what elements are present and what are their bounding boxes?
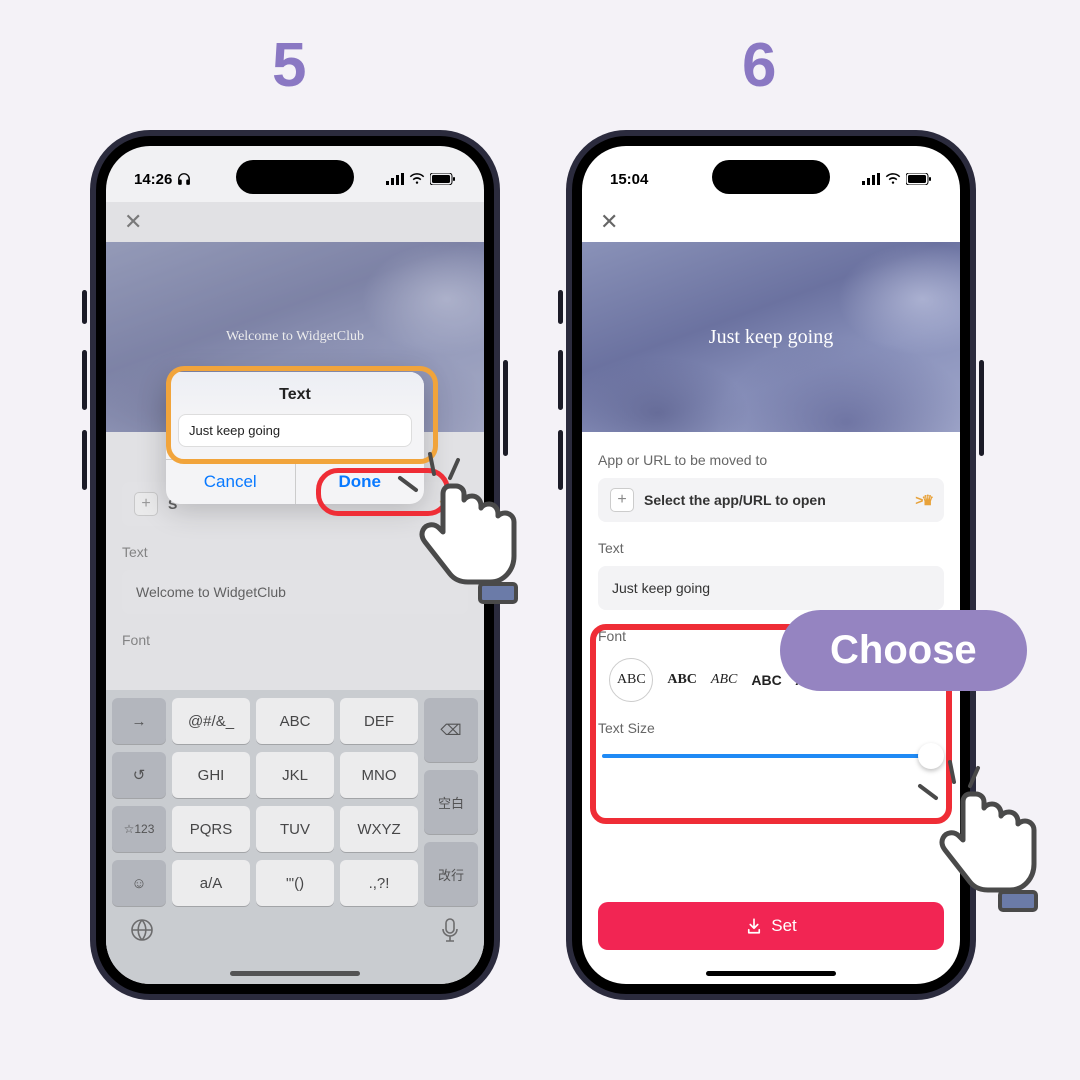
wifi-icon: [409, 173, 425, 185]
key-backspace[interactable]: ⌫: [424, 698, 478, 762]
step-number-6: 6: [742, 30, 776, 101]
status-time: 14:26: [134, 171, 172, 188]
key-next[interactable]: →: [112, 698, 166, 744]
key[interactable]: @#/&_: [172, 698, 250, 744]
preview-text: Just keep going: [709, 326, 833, 349]
key-undo[interactable]: ↺: [112, 752, 166, 798]
crown-icon: >♛: [915, 492, 932, 509]
close-icon[interactable]: ✕: [124, 209, 142, 235]
key-return[interactable]: 改行: [424, 842, 478, 906]
phone-step-5: 14:26 ✕ Welcome to WidgetClub App or URL: [90, 130, 500, 1000]
text-label: Text: [122, 544, 468, 560]
key[interactable]: DEF: [340, 698, 418, 744]
popup-title: Text: [166, 372, 424, 414]
preview-text: Welcome to WidgetClub: [226, 329, 364, 345]
done-button[interactable]: Done: [295, 460, 425, 504]
download-icon: [745, 917, 763, 935]
keyboard[interactable]: → ↺ ☆123 ☺ @#/&_ ABC DEF GHI JKL: [106, 690, 484, 984]
font-option-selected[interactable]: ABC: [609, 658, 653, 702]
font-option[interactable]: ABC: [667, 672, 697, 688]
text-size-slider[interactable]: [602, 754, 940, 758]
slider-thumb[interactable]: [918, 743, 944, 769]
globe-icon[interactable]: [130, 918, 154, 948]
key[interactable]: a/A: [172, 860, 250, 906]
widget-preview: Just keep going: [582, 242, 960, 432]
key-numbers[interactable]: ☆123: [112, 806, 166, 852]
key-space[interactable]: 空白: [424, 770, 478, 834]
popup-input[interactable]: Just keep going: [178, 414, 412, 447]
text-field[interactable]: Just keep going: [598, 566, 944, 610]
step-number-5: 5: [272, 30, 306, 101]
signal-icon: [862, 173, 880, 185]
dynamic-island: [712, 160, 830, 194]
key[interactable]: .,?!: [340, 860, 418, 906]
nav-bar: ✕: [582, 202, 960, 242]
key[interactable]: WXYZ: [340, 806, 418, 852]
crown-icon: >♛: [439, 496, 456, 513]
key-emoji[interactable]: ☺: [112, 860, 166, 906]
set-button[interactable]: Set: [598, 902, 944, 950]
select-app-row[interactable]: + Select the app/URL to open >♛: [598, 478, 944, 522]
text-field[interactable]: Welcome to WidgetClub: [122, 570, 468, 614]
select-app-label: Select the app/URL to open: [644, 492, 826, 508]
plus-icon: +: [134, 492, 158, 516]
key[interactable]: JKL: [256, 752, 334, 798]
key[interactable]: GHI: [172, 752, 250, 798]
font-label: Font: [122, 632, 468, 648]
key[interactable]: TUV: [256, 806, 334, 852]
cancel-button[interactable]: Cancel: [166, 460, 295, 504]
home-indicator: [230, 971, 360, 976]
key[interactable]: MNO: [340, 752, 418, 798]
phone-step-6: 15:04 ✕ Just keep going App or URL to be…: [566, 130, 976, 1000]
text-size-label: Text Size: [598, 720, 944, 736]
font-option[interactable]: ABC: [711, 672, 737, 688]
battery-icon: [906, 173, 932, 185]
mic-icon[interactable]: [440, 918, 460, 948]
signal-icon: [386, 173, 404, 185]
home-indicator: [706, 971, 836, 976]
headphones-icon: [177, 172, 191, 186]
set-button-label: Set: [771, 916, 797, 936]
nav-bar: ✕: [106, 202, 484, 242]
dynamic-island: [236, 160, 354, 194]
app-url-label: App or URL to be moved to: [598, 452, 944, 468]
text-popup: Text Just keep going Cancel Done: [166, 372, 424, 504]
plus-icon: +: [610, 488, 634, 512]
text-label: Text: [598, 540, 944, 556]
choose-callout: Choose: [780, 610, 1027, 691]
key[interactable]: PQRS: [172, 806, 250, 852]
key[interactable]: '"(): [256, 860, 334, 906]
close-icon[interactable]: ✕: [600, 209, 618, 235]
status-time: 15:04: [610, 171, 648, 188]
battery-icon: [430, 173, 456, 185]
wifi-icon: [885, 173, 901, 185]
font-option[interactable]: ABC: [751, 672, 781, 688]
key[interactable]: ABC: [256, 698, 334, 744]
